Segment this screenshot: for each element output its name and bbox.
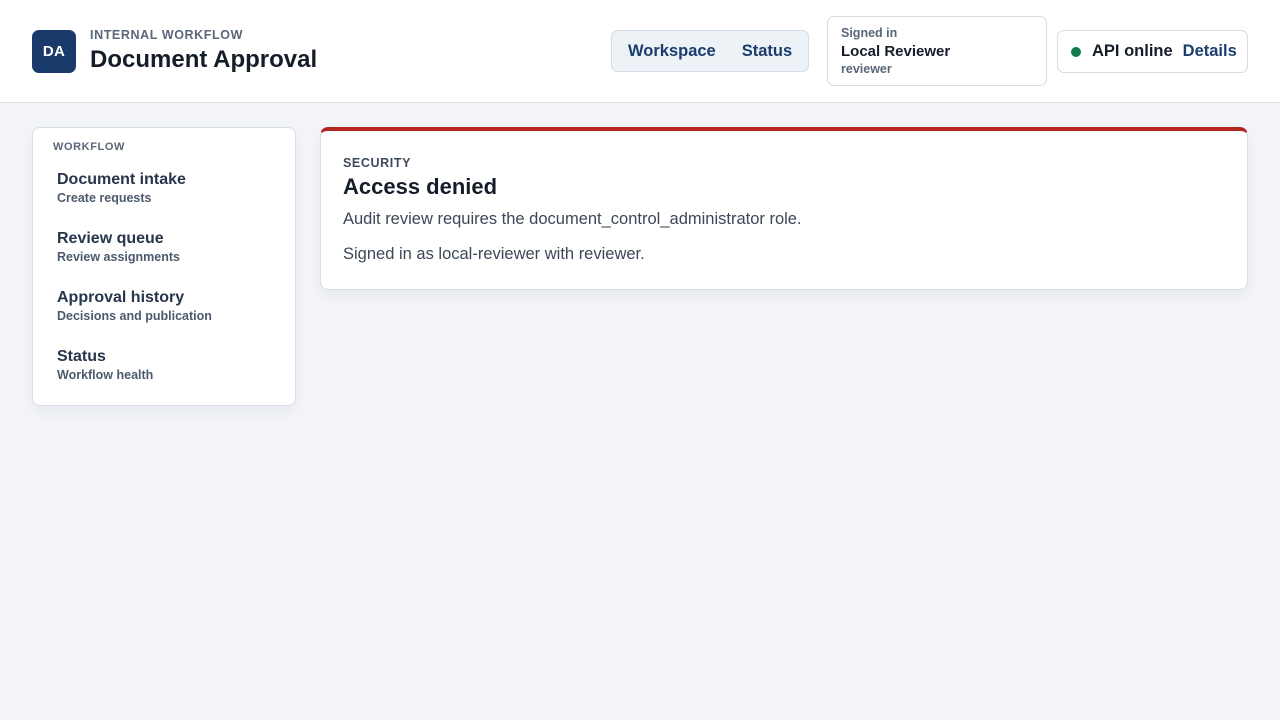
sidebar-item-status[interactable]: Status Workflow health	[57, 348, 277, 382]
signed-in-user-card: Signed in Local Reviewer reviewer	[827, 16, 1047, 86]
sidebar-item-title: Status	[57, 348, 106, 365]
api-status-card: API online Details	[1057, 30, 1248, 73]
sidebar-item-subtitle: Workflow health	[57, 368, 154, 382]
status-dot-icon	[1071, 46, 1081, 57]
sidebar-heading: WORKFLOW	[53, 141, 126, 153]
signed-in-message: Signed in as local-reviewer with reviewe…	[343, 245, 645, 263]
card-title: Access denied	[343, 174, 498, 199]
sidebar-item-title: Approval history	[57, 289, 185, 306]
card-eyebrow: SECURITY	[343, 156, 412, 170]
sidebar: WORKFLOW Document intake Create requests…	[32, 127, 296, 406]
api-details-link[interactable]: Details	[1183, 42, 1237, 61]
app-logo: DA	[32, 30, 76, 73]
signed-in-label: Signed in	[841, 26, 898, 40]
sidebar-item-subtitle: Decisions and publication	[57, 309, 212, 323]
sidebar-item-subtitle: Create requests	[57, 191, 152, 205]
nav-workspace-link[interactable]: Workspace	[628, 42, 716, 61]
app-header: DA INTERNAL WORKFLOW Document Approval W…	[0, 0, 1280, 103]
sidebar-item-approval-history[interactable]: Approval history Decisions and publicati…	[57, 289, 277, 323]
user-role: reviewer	[841, 62, 892, 76]
page-title: Document Approval	[90, 46, 318, 73]
sidebar-item-title: Review queue	[57, 230, 164, 247]
sidebar-item-document-intake[interactable]: Document intake Create requests	[57, 171, 277, 205]
access-requirement-message: Audit review requires the document_contr…	[343, 210, 802, 228]
nav-status-link[interactable]: Status	[742, 42, 792, 61]
sidebar-item-review-queue[interactable]: Review queue Review assignments	[57, 230, 277, 264]
user-name: Local Reviewer	[841, 43, 951, 60]
brand-eyebrow: INTERNAL WORKFLOW	[90, 28, 244, 42]
sidebar-item-title: Document intake	[57, 171, 186, 188]
sidebar-item-subtitle: Review assignments	[57, 250, 180, 264]
api-status-text: API online	[1092, 42, 1173, 60]
top-nav: Workspace Status	[611, 30, 809, 72]
access-denied-card: SECURITY Access denied Audit review requ…	[320, 127, 1248, 290]
